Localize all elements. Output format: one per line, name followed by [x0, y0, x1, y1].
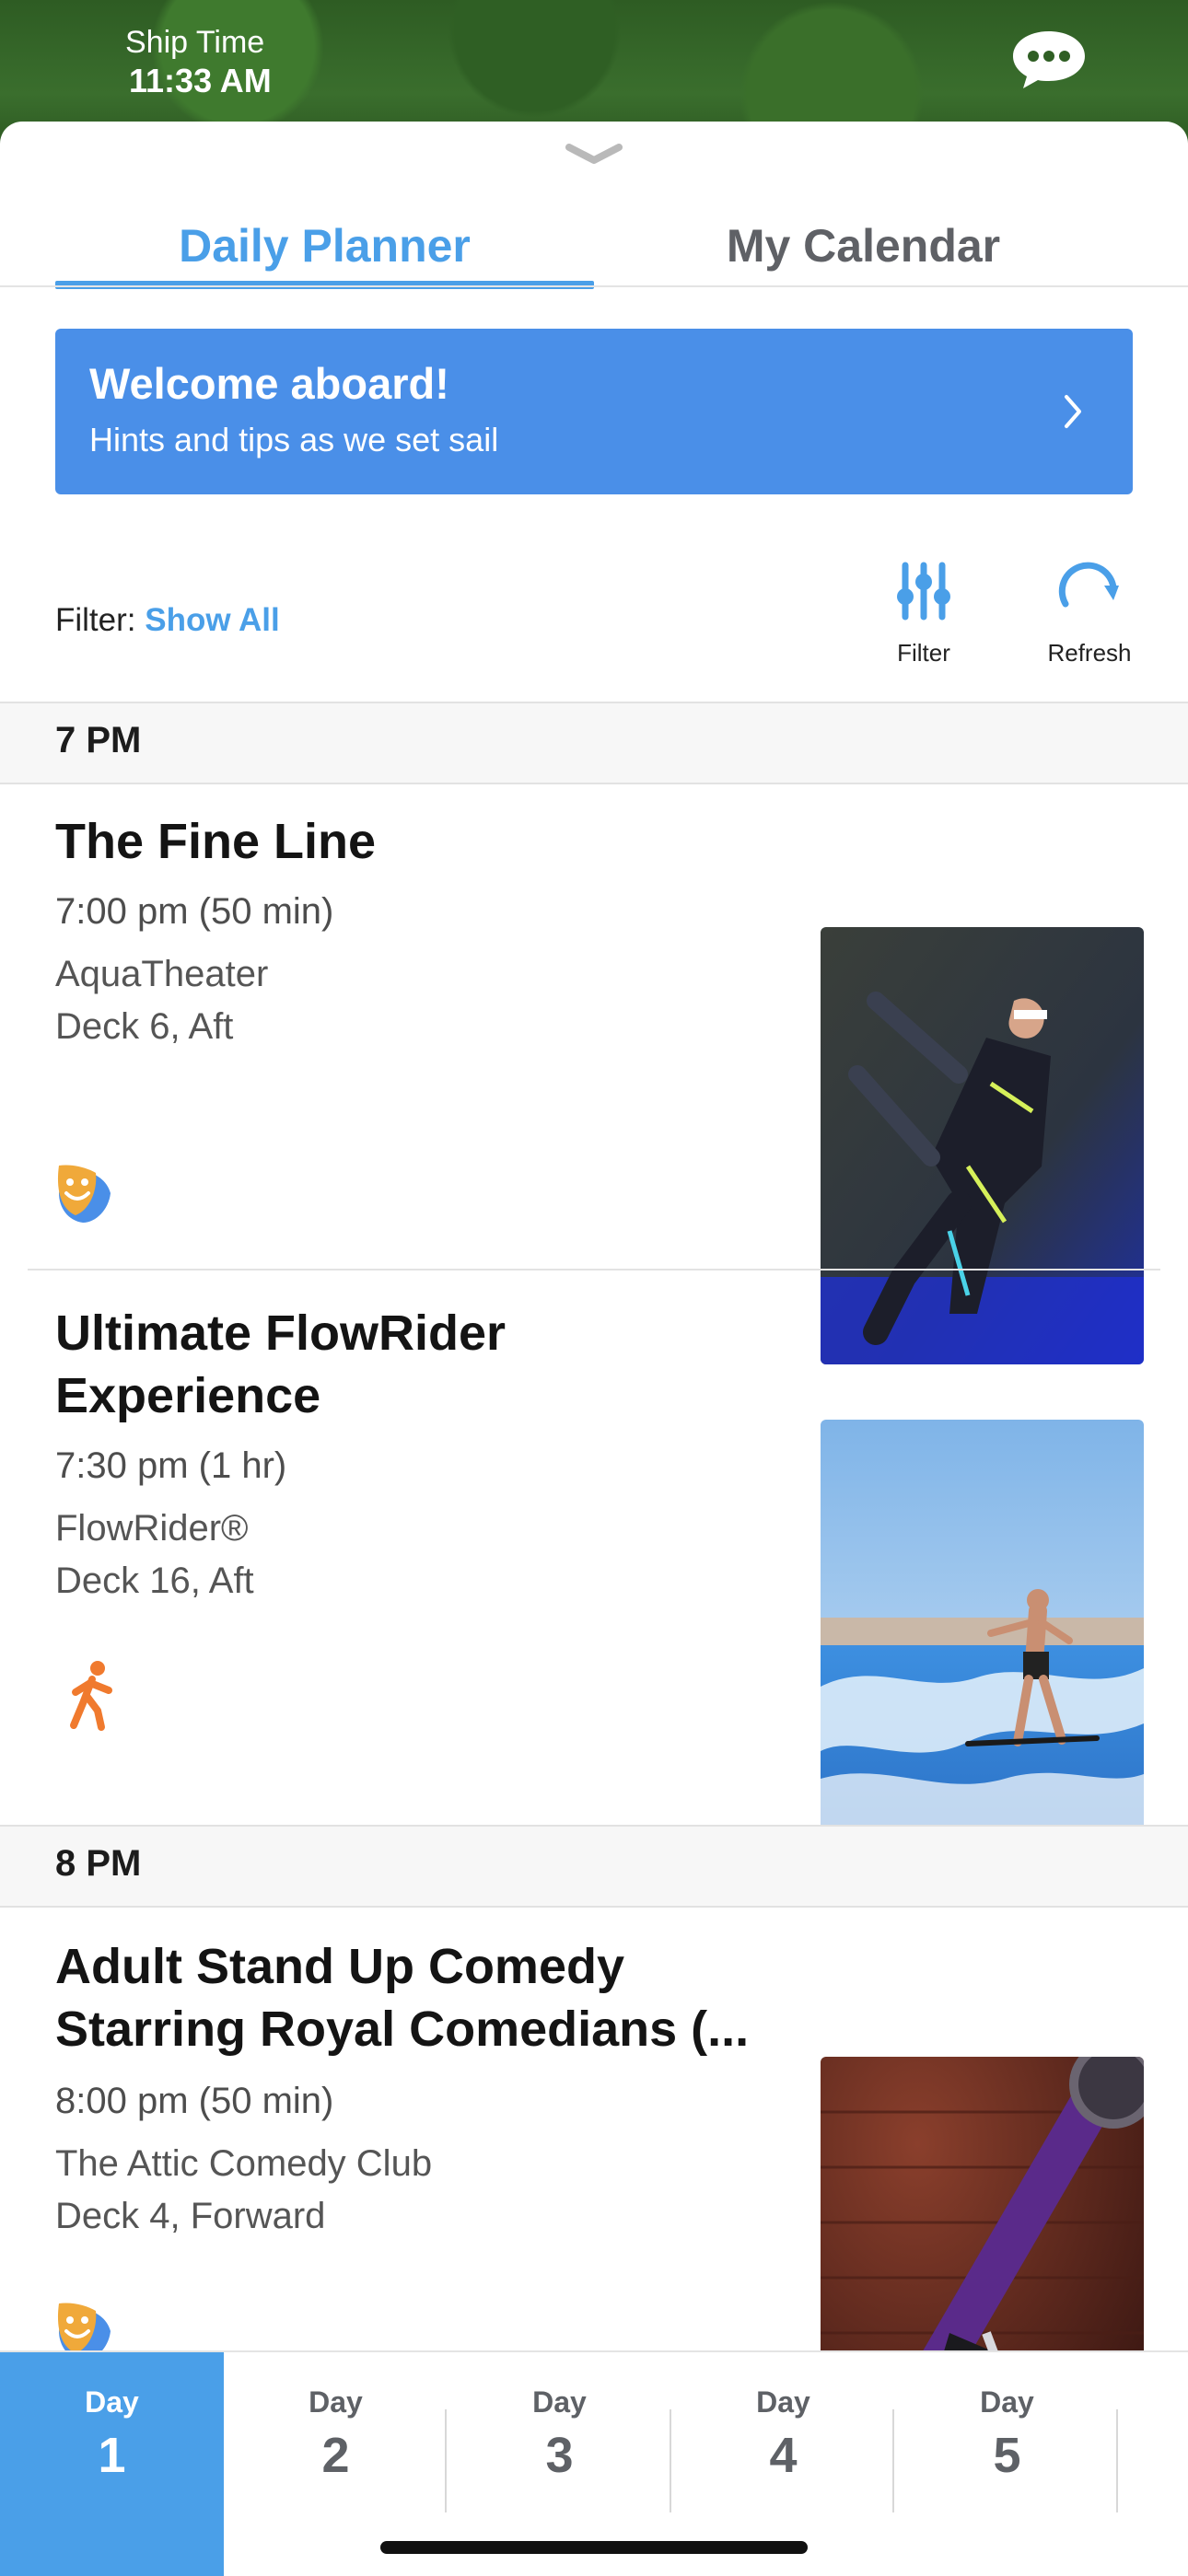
running-person-icon: [70, 1661, 112, 1731]
sliders-icon: [897, 562, 950, 621]
day-label: Day: [85, 2385, 139, 2419]
filter-button-label: Filter: [897, 639, 950, 667]
hour-label: 7 PM: [55, 720, 142, 760]
refresh-button-label: Refresh: [1047, 639, 1132, 667]
event-time: 7:00 pm (50 min): [55, 891, 334, 932]
event-deck: Deck 4, Forward: [55, 2196, 326, 2236]
tab-daily-planner[interactable]: Daily Planner: [55, 177, 594, 315]
ship-time: Ship Time 11:33 AM: [125, 24, 272, 101]
tab-my-calendar[interactable]: My Calendar: [594, 177, 1133, 315]
day-separator: [892, 2409, 894, 2512]
ship-time-value: 11:33 AM: [129, 62, 272, 99]
event-photo: [821, 1420, 1144, 1857]
day-tab-5[interactable]: Day 5: [895, 2352, 1119, 2576]
event-title: Adult Stand Up Comedy Starring Royal Com…: [55, 1939, 750, 2057]
event-deck: Deck 6, Aft: [55, 1006, 234, 1047]
day-number: 1: [98, 2428, 126, 2483]
event-divider: [28, 1269, 1160, 1271]
day-number: 4: [769, 2428, 798, 2483]
day-label: Day: [756, 2385, 810, 2419]
tabs-divider: [0, 285, 1188, 287]
day-separator: [445, 2409, 447, 2512]
filter-value[interactable]: Show All: [145, 602, 279, 638]
filter-label: Filter:: [55, 602, 136, 638]
hour-label: 8 PM: [55, 1843, 142, 1884]
welcome-title: Welcome aboard!: [89, 359, 449, 408]
event-venue: FlowRider®: [55, 1508, 249, 1549]
event-card[interactable]: Adult Stand Up Comedy Starring Royal Com…: [0, 1906, 1188, 2494]
event-time: 8:00 pm (50 min): [55, 2081, 334, 2121]
theater-masks-icon: [57, 1165, 111, 1223]
hour-header: 7 PM: [0, 702, 1188, 784]
day-label: Day: [532, 2385, 587, 2419]
home-indicator: [380, 2541, 808, 2554]
chevron-right-icon: [1065, 395, 1081, 428]
day-number: 5: [993, 2428, 1021, 2483]
event-time: 7:30 pm (1 hr): [55, 1445, 287, 1486]
day-number: 3: [545, 2428, 574, 2483]
day-label: Day: [309, 2385, 363, 2419]
planner-sheet: Daily Planner My Calendar Welcome aboard…: [0, 122, 1188, 2574]
event-card[interactable]: The Fine Line 7:00 pm (50 min) AquaTheat…: [0, 783, 1188, 1364]
day-tab-1[interactable]: Day 1: [0, 2352, 224, 2576]
event-venue: AquaTheater: [55, 954, 269, 994]
filter-row: Filter: Show All Filter Refresh: [0, 554, 1188, 674]
event-deck: Deck 16, Aft: [55, 1561, 254, 1601]
event-card[interactable]: Ultimate FlowRider Experience 7:30 pm (1…: [0, 1272, 1188, 1857]
day-label: Day: [980, 2385, 1034, 2419]
day-separator: [1116, 2409, 1118, 2512]
filter-button[interactable]: Filter: [868, 554, 979, 674]
filter-status: Filter: Show All: [55, 602, 280, 639]
hour-header: 8 PM: [0, 1825, 1188, 1908]
tab-bar: Daily Planner My Calendar: [0, 177, 1188, 315]
event-title: Ultimate FlowRider Experience: [55, 1305, 507, 1423]
chat-bubble-icon[interactable]: [1009, 28, 1089, 92]
event-venue: The Attic Comedy Club: [55, 2143, 433, 2184]
welcome-subtitle: Hints and tips as we set sail: [89, 421, 499, 458]
chevron-down-icon[interactable]: [564, 140, 624, 168]
refresh-icon: [1058, 562, 1119, 608]
ship-time-label: Ship Time: [125, 25, 265, 60]
day-number: 2: [321, 2428, 350, 2483]
welcome-banner[interactable]: Welcome aboard! Hints and tips as we set…: [55, 329, 1133, 494]
event-title: The Fine Line: [55, 814, 377, 869]
refresh-button[interactable]: Refresh: [1034, 554, 1145, 674]
